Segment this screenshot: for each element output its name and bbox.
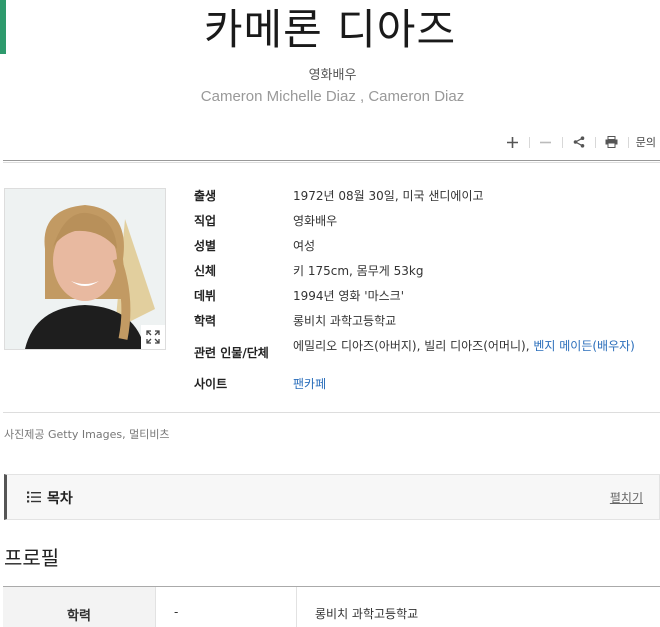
profile-photo[interactable] <box>4 188 166 350</box>
info-label: 사이트 <box>194 377 228 391</box>
education-table-row: 학력 - 롱비치 과학고등학교 <box>3 587 660 627</box>
plus-icon <box>507 136 519 148</box>
info-label: 신체 <box>194 264 217 278</box>
info-row-education: 학력 롱비치 과학고등학교 <box>194 311 654 336</box>
share-button[interactable] <box>567 133 591 151</box>
info-label: 관련 인물/단체 <box>194 346 269 360</box>
info-row-related-people: 관련 인물/단체 에밀리오 디아즈(아버지), 빌리 디아즈(어머니), 벤지 … <box>194 336 654 374</box>
info-value: 여성 <box>293 239 316 253</box>
font-decrease-button[interactable] <box>534 133 558 151</box>
info-row-body: 신체 키 175cm, 몸무게 53kg <box>194 261 654 286</box>
toc-title: 목차 <box>47 491 73 507</box>
info-label: 성별 <box>194 239 217 253</box>
info-label: 출생 <box>194 189 217 203</box>
print-button[interactable] <box>600 133 624 151</box>
info-value: 에밀리오 디아즈(아버지), 빌리 디아즈(어머니), 벤지 메이든(배우자) <box>293 336 654 355</box>
page-title: 카메론 디아즈 <box>203 5 457 54</box>
minus-icon <box>540 141 552 143</box>
toolbar-divider <box>561 136 563 148</box>
font-increase-button[interactable] <box>501 133 525 151</box>
font-size-toolbar: 문의 <box>501 133 656 151</box>
toolbar-divider <box>627 136 629 148</box>
photo-credit: 사진제공 Getty Images, 멀티비츠 <box>4 428 170 441</box>
inquiry-link[interactable]: 문의 <box>636 134 656 150</box>
header-divider <box>3 160 660 161</box>
info-value: 영화배우 <box>293 214 338 228</box>
info-value: 팬카페 <box>293 374 654 393</box>
info-label: 학력 <box>194 314 217 328</box>
toc-expand-link[interactable]: 펼치기 <box>610 489 643 506</box>
list-icon <box>27 491 41 503</box>
info-value: 1994년 영화 '마스크' <box>293 289 405 303</box>
education-table-header: 학력 <box>3 587 156 627</box>
info-label: 직업 <box>194 214 217 228</box>
education-school: 롱비치 과학고등학교 <box>315 607 419 621</box>
info-label: 데뷔 <box>194 289 217 303</box>
info-divider <box>3 412 660 413</box>
spouse-link[interactable]: 벤지 메이든(배우자) <box>533 339 635 353</box>
page-subtitle: 영화배우 <box>308 68 357 83</box>
expand-icon <box>146 330 160 344</box>
share-icon <box>573 136 585 148</box>
info-value: 1972년 08월 30일, 미국 샌디에이고 <box>293 189 484 203</box>
fan-cafe-link[interactable]: 팬카페 <box>293 377 326 391</box>
info-row-birth: 출생 1972년 08월 30일, 미국 샌디에이고 <box>194 186 654 211</box>
info-row-debut: 데뷔 1994년 영화 '마스크' <box>194 286 654 311</box>
table-of-contents: 목차 펼치기 <box>4 474 660 520</box>
profile-info-list: 출생 1972년 08월 30일, 미국 샌디에이고 직업 영화배우 성별 여성… <box>194 186 654 399</box>
toolbar-divider <box>528 136 530 148</box>
toolbar-divider <box>594 136 596 148</box>
related-people-text: 에밀리오 디아즈(아버지), 빌리 디아즈(어머니), <box>293 339 534 353</box>
education-period: - <box>156 587 297 627</box>
info-row-gender: 성별 여성 <box>194 236 654 261</box>
printer-icon <box>605 136 618 148</box>
info-value: 롱비치 과학고등학교 <box>293 314 397 328</box>
info-row-site: 사이트 팬카페 <box>194 374 654 399</box>
expand-photo-button[interactable] <box>141 325 165 349</box>
alternate-names: Cameron Michelle Diaz , Cameron Diaz <box>200 88 465 105</box>
info-row-job: 직업 영화배우 <box>194 211 654 236</box>
header-divider <box>3 162 660 163</box>
section-title-profile: 프로필 <box>4 546 60 570</box>
info-value: 키 175cm, 몸무게 53kg <box>293 264 424 278</box>
